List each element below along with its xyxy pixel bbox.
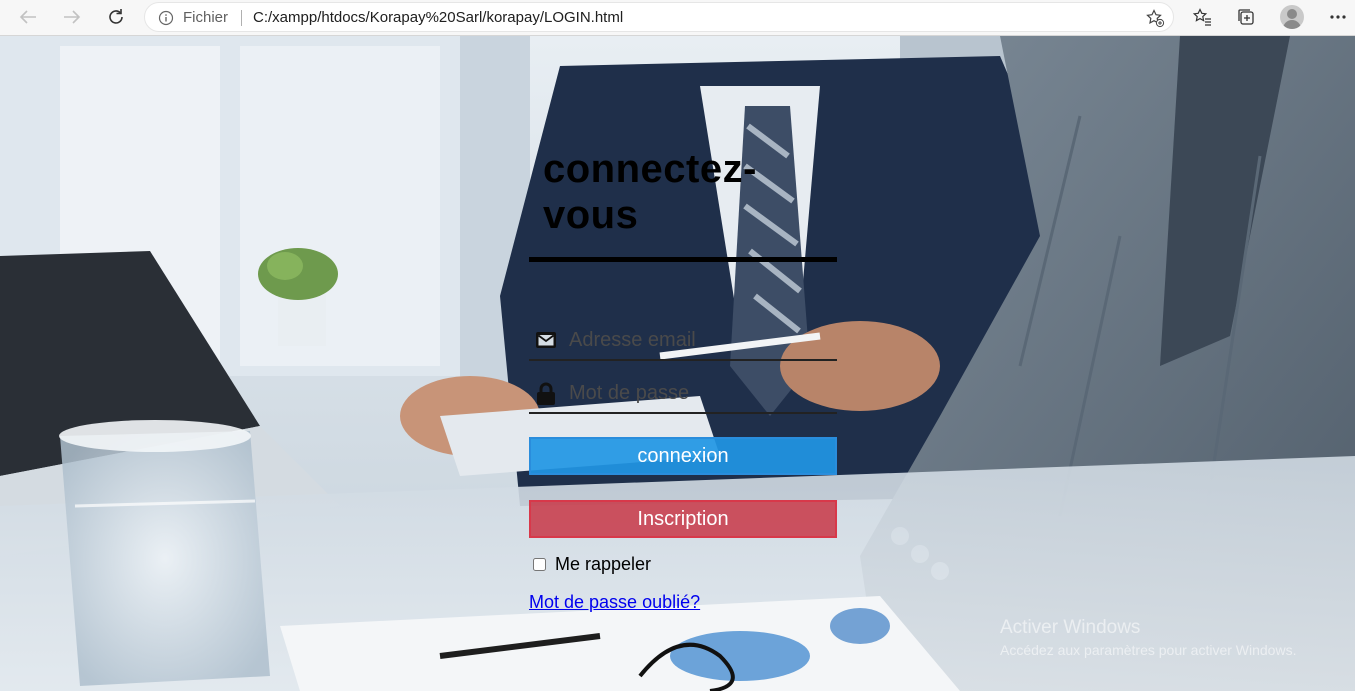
address-separator [241, 10, 242, 26]
star-plus-icon[interactable] [1145, 8, 1165, 28]
refresh-button[interactable] [103, 6, 129, 28]
lock-icon [537, 382, 555, 405]
title-underline [529, 257, 837, 262]
password-input[interactable] [569, 378, 831, 408]
login-button[interactable]: connexion [529, 437, 837, 475]
url-text[interactable]: C:/xampp/htdocs/Korapay%20Sarl/korapay/L… [253, 9, 623, 26]
windows-activation-watermark: Activer Windows Accédez aux paramètres p… [1000, 617, 1296, 658]
arrow-left-icon [19, 10, 36, 24]
watermark-subtitle: Accédez aux paramètres pour activer Wind… [1000, 642, 1297, 658]
watermark-title: Activer Windows [1000, 617, 1141, 638]
browser-toolbar: Fichier C:/xampp/htdocs/Korapay%20Sarl/k… [0, 0, 1355, 36]
back-button[interactable] [15, 6, 41, 28]
more-icon [1330, 15, 1346, 19]
favorites-list-icon [1192, 8, 1211, 26]
login-title: connectez-vous [543, 147, 757, 237]
password-field-group [529, 374, 837, 414]
refresh-icon [109, 9, 123, 24]
avatar-body [1283, 20, 1301, 29]
email-field-group [529, 321, 837, 361]
scheme-label: Fichier [183, 9, 229, 26]
collections-icon [1238, 9, 1254, 25]
envelope-icon [536, 332, 556, 348]
arrow-right-icon [64, 10, 81, 24]
info-icon[interactable] [158, 10, 174, 26]
address-bar[interactable]: Fichier C:/xampp/htdocs/Korapay%20Sarl/k… [144, 2, 1174, 32]
forgot-password-link[interactable]: Mot de passe oublié? [529, 592, 700, 613]
email-input[interactable] [569, 325, 831, 355]
forward-button[interactable] [59, 6, 85, 28]
register-button[interactable]: Inscription [529, 500, 837, 538]
remember-me[interactable]: Me rappeler [533, 553, 651, 575]
avatar-head [1287, 9, 1297, 19]
menu-button[interactable] [1325, 5, 1351, 29]
remember-label: Me rappeler [555, 553, 652, 574]
favorites-button[interactable] [1189, 5, 1215, 29]
collections-button[interactable] [1233, 5, 1259, 29]
avatar[interactable] [1280, 5, 1304, 29]
remember-checkbox[interactable] [533, 557, 546, 571]
